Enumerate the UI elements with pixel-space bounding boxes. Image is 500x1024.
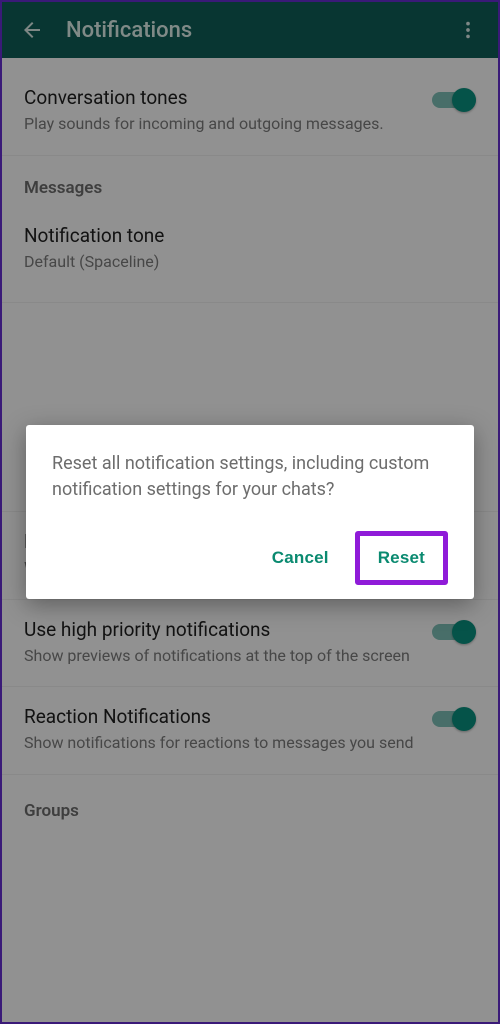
annotation-highlight: Reset [355,531,448,585]
dialog-message: Reset all notification settings, includi… [52,451,448,503]
dialog-action-row: Cancel Reset [52,531,448,585]
reset-button[interactable]: Reset [362,538,441,578]
dialog-scrim[interactable]: Reset all notification settings, includi… [2,2,498,1022]
cancel-button[interactable]: Cancel [256,538,345,578]
reset-confirmation-dialog: Reset all notification settings, includi… [26,425,474,599]
